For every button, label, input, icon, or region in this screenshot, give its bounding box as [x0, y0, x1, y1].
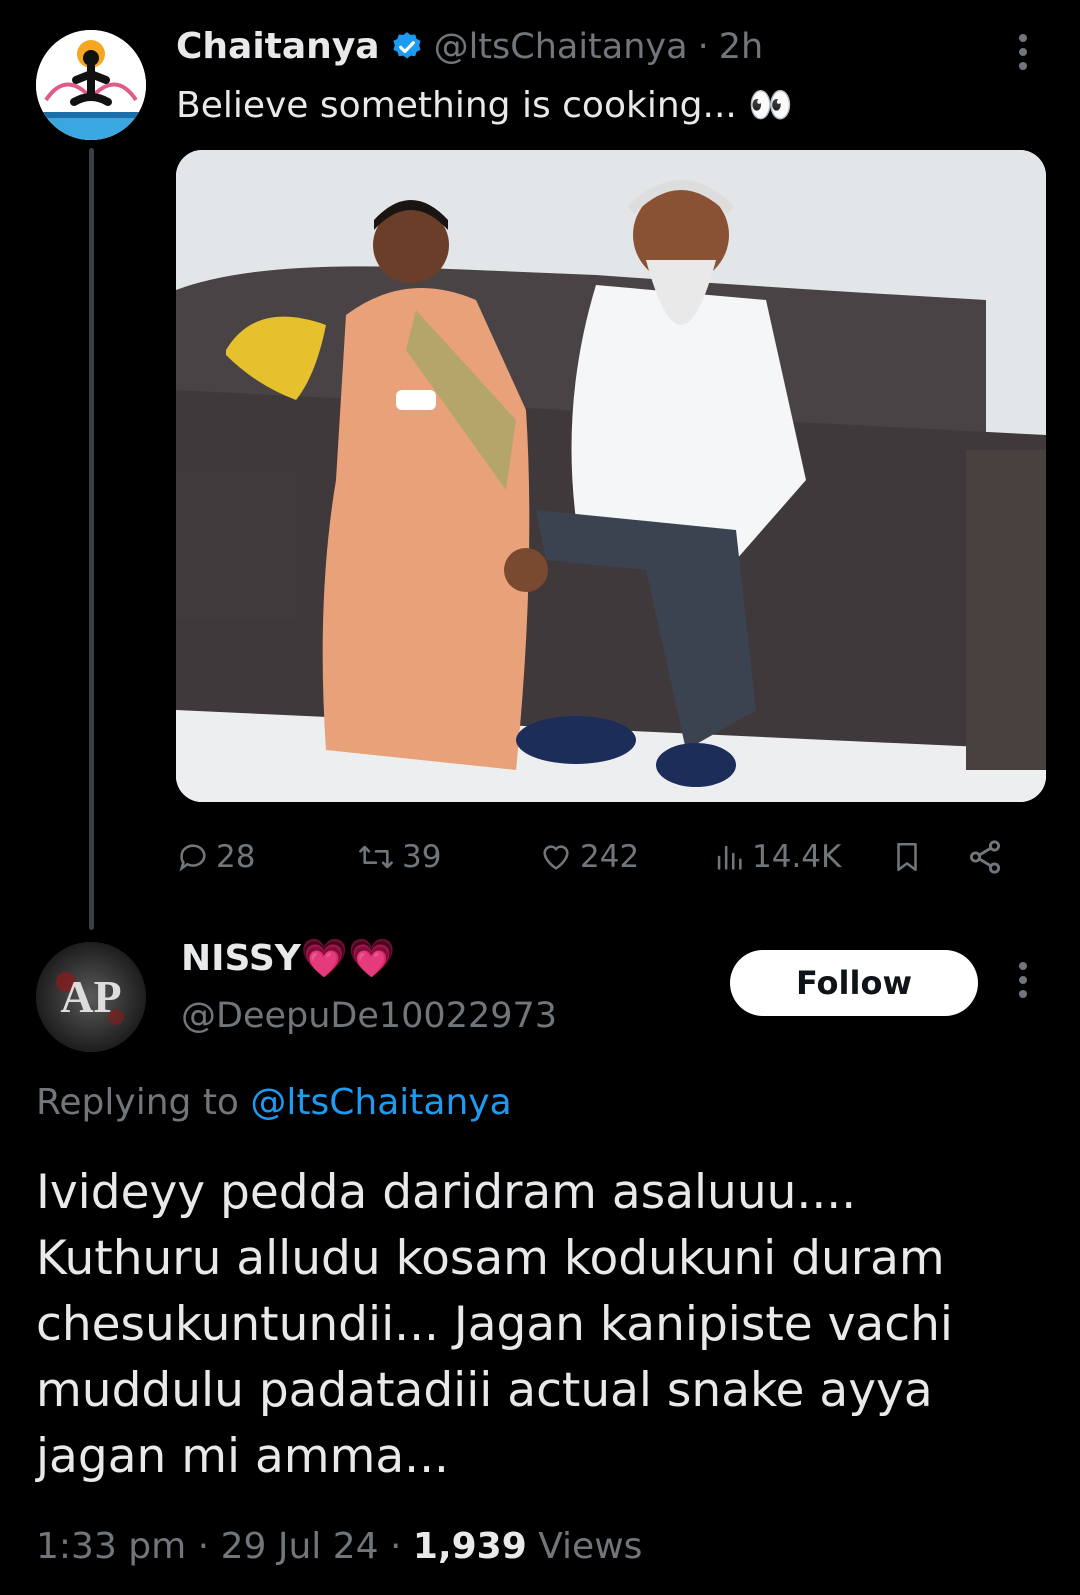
like-button[interactable]: 242 [538, 839, 639, 875]
bookmark-icon [897, 842, 917, 872]
retweet-icon [359, 845, 393, 869]
verified-badge-icon [392, 31, 421, 58]
reply-author-avatar[interactable]: AP [36, 942, 146, 1052]
replying-prefix: Replying to [36, 1082, 239, 1123]
reply-time[interactable]: 1:33 pm [36, 1526, 186, 1567]
share-icon [969, 840, 1001, 874]
reply-text-line: muddulu padatadiii actual snake ayya [36, 1363, 933, 1418]
reply-text: Ivideyy pedda daridram asaluuu.... Kuthu… [36, 1160, 1046, 1490]
heart-icon [543, 845, 569, 870]
retweet-count: 39 [402, 839, 442, 875]
reply-meta: 1:33 pm · 29 Jul 24 · 1,939 Views [36, 1526, 642, 1567]
reply-more-options-icon[interactable] [1016, 962, 1030, 1006]
reply-text-line: jagan mi amma... [36, 1429, 449, 1484]
replying-to: Replying to @ltsChaitanya [36, 1082, 512, 1123]
photo-couple-on-sofa [176, 150, 1046, 802]
avatar-text: AP [60, 971, 122, 1022]
reply-views-count: 1,939 [412, 1526, 527, 1567]
reply-icon [179, 844, 206, 872]
separator-dot: · [697, 26, 709, 67]
share-button[interactable] [966, 838, 1004, 876]
reply-author-name[interactable]: NISSY [181, 938, 301, 979]
retweet-button[interactable]: 39 [356, 839, 441, 875]
reply-text-line: chesukuntundii... Jagan kanipiste vachi [36, 1297, 953, 1352]
meditation-logo-icon [36, 30, 146, 140]
reply-date[interactable]: 29 Jul 24 [221, 1526, 379, 1567]
author-name[interactable]: Chaitanya [176, 26, 380, 67]
reply-header-name: NISSY 💗💗 [181, 936, 395, 981]
reply-text-line: Ivideyy pedda daridram asaluuu.... [36, 1165, 857, 1220]
tweet-text: Believe something is cooking... 👀 [176, 85, 794, 126]
views-count: 14.4K [752, 839, 842, 875]
tweet-photo[interactable] [176, 150, 1046, 802]
meta-dot: · [389, 1526, 402, 1567]
analytics-icon [717, 845, 742, 870]
reply-author-handle[interactable]: @DeepuDe10022973 [181, 996, 557, 1036]
reply-text-line: Kuthuru alludu kosam kodukuni duram [36, 1231, 945, 1286]
replying-handle-link[interactable]: @ltsChaitanya [250, 1082, 511, 1123]
more-options-icon[interactable] [1016, 34, 1030, 78]
follow-button[interactable]: Follow [730, 950, 978, 1016]
reply-count: 28 [216, 839, 256, 875]
thread-connector-line [89, 148, 94, 930]
author-handle[interactable]: @ltsChaitanya [434, 27, 688, 67]
tweet-time[interactable]: 2h [719, 27, 763, 67]
tweet-header: Chaitanya @ltsChaitanya · 2h [176, 26, 763, 67]
heart-emoji: 💗💗 [300, 936, 396, 980]
tweet-actions: 28 39 242 14.4K [176, 832, 1046, 882]
reply-views-label: Views [538, 1526, 643, 1567]
meta-dot: · [197, 1526, 210, 1567]
views-button[interactable]: 14.4K [712, 839, 841, 875]
bookmark-button[interactable] [890, 838, 924, 876]
reply-button[interactable]: 28 [176, 839, 255, 875]
like-count: 242 [580, 839, 640, 875]
author-avatar[interactable] [36, 30, 146, 140]
